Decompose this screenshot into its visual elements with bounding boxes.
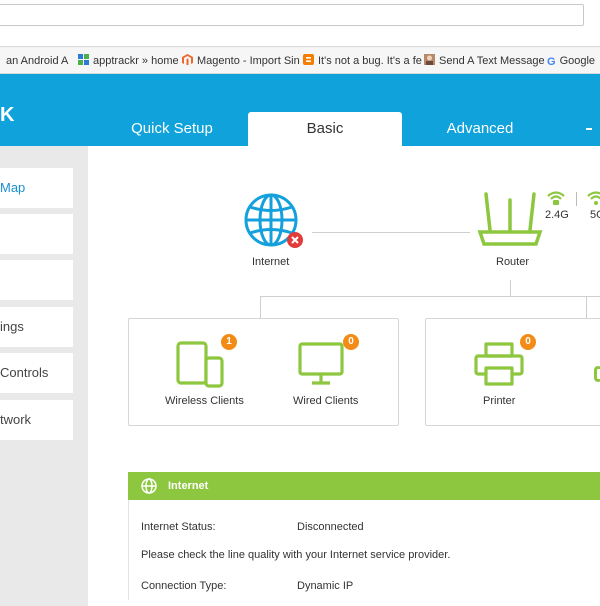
status-message: Please check the line quality with your … (141, 549, 451, 561)
apptrackr-icon (78, 54, 89, 65)
router-label: Router (496, 256, 530, 268)
bookmark-apptrackr[interactable]: apptrackr » home (78, 54, 179, 68)
browser-toolbar (0, 0, 600, 46)
internet-router-line (312, 232, 470, 233)
bookmark-label: It's not a bug. It's a fe (318, 55, 422, 67)
sidebar-item-guest-network[interactable]: twork (0, 400, 73, 440)
google-icon: G (547, 56, 556, 68)
wireless-clients-badge: 1 (221, 334, 237, 350)
sidebar-item-label: twork (0, 412, 32, 427)
internet-node[interactable] (242, 192, 306, 257)
bookmark-label: Google (559, 55, 596, 67)
globe-small-icon (141, 478, 157, 499)
branch-left-line (260, 296, 261, 318)
bookmark-send-text[interactable]: Send A Text Message (424, 54, 545, 68)
tab-basic[interactable]: Basic (248, 112, 402, 146)
router-node[interactable] (474, 190, 546, 255)
header-edge-mark (586, 128, 592, 130)
band-24-label: 2.4G (545, 209, 569, 221)
sidebar-item-label: ings (0, 319, 24, 334)
status-label: Internet Status: (141, 521, 216, 533)
blogger-icon (303, 54, 314, 65)
sidebar-item-label: Controls (0, 365, 49, 380)
bookmark-label: apptrackr » home (93, 55, 179, 67)
tab-quick-setup[interactable]: Quick Setup (110, 112, 234, 146)
wifi-24-icon (546, 190, 566, 211)
brand-logo: K (0, 104, 16, 126)
partial-device-icon (594, 366, 600, 382)
bookmark-label: Send A Text Message (439, 55, 545, 67)
bookmark-label: an Android A (6, 55, 69, 67)
printer-icon (474, 342, 524, 386)
branch-right-line (586, 296, 587, 318)
wired-clients-badge: 0 (343, 334, 359, 350)
band-5-label: 5G (590, 209, 600, 221)
toolbar-divider (0, 46, 600, 47)
internet-label: Internet (252, 256, 290, 268)
bookmark-android[interactable]: an Android A (6, 54, 68, 68)
bookmark-blogger[interactable]: It's not a bug. It's a fe (303, 54, 422, 68)
wired-clients-node[interactable] (298, 342, 346, 393)
avatar-icon (424, 54, 435, 65)
branch-line (260, 296, 600, 297)
connection-type-value: Dynamic IP (297, 580, 354, 592)
bookmark-google[interactable]: G Google (547, 54, 595, 68)
wifi-5-icon (586, 190, 600, 211)
wireless-clients-node[interactable] (176, 340, 226, 393)
tablet-phone-icon (176, 341, 224, 388)
internet-panel-header: Internet (128, 472, 600, 500)
band-separator (576, 192, 577, 206)
bookmarks-bar: an Android A apptrackr » home Magento - … (0, 48, 600, 74)
router-icon (477, 192, 543, 246)
error-icon (287, 232, 303, 248)
sidebar-item-label: Map (0, 180, 26, 195)
internet-panel-title: Internet (168, 480, 209, 492)
clients-box (128, 318, 399, 426)
bookmark-label: Magento - Import Sin (197, 55, 300, 67)
tab-advanced[interactable]: Advanced (418, 112, 542, 146)
wireless-clients-label: Wireless Clients (165, 395, 244, 407)
sidebar-item-settings[interactable]: ings (0, 307, 73, 347)
address-bar[interactable] (0, 4, 584, 26)
status-value: Disconnected (297, 521, 364, 533)
monitor-icon (298, 342, 344, 385)
sidebar-item-2[interactable] (0, 214, 73, 254)
printer-node[interactable] (474, 342, 524, 393)
connection-type-label: Connection Type: (141, 580, 227, 592)
printer-badge: 0 (520, 334, 536, 350)
printer-label: Printer (483, 395, 516, 407)
bookmark-magento[interactable]: Magento - Import Sin (182, 54, 300, 68)
router-drop-line (510, 280, 511, 296)
wired-clients-label: Wired Clients (293, 395, 359, 407)
sidebar-item-parental-controls[interactable]: Controls (0, 353, 73, 393)
sidebar-item-network-map[interactable]: Map (0, 168, 73, 208)
magento-icon (182, 54, 193, 66)
sidebar-item-3[interactable] (0, 260, 73, 300)
